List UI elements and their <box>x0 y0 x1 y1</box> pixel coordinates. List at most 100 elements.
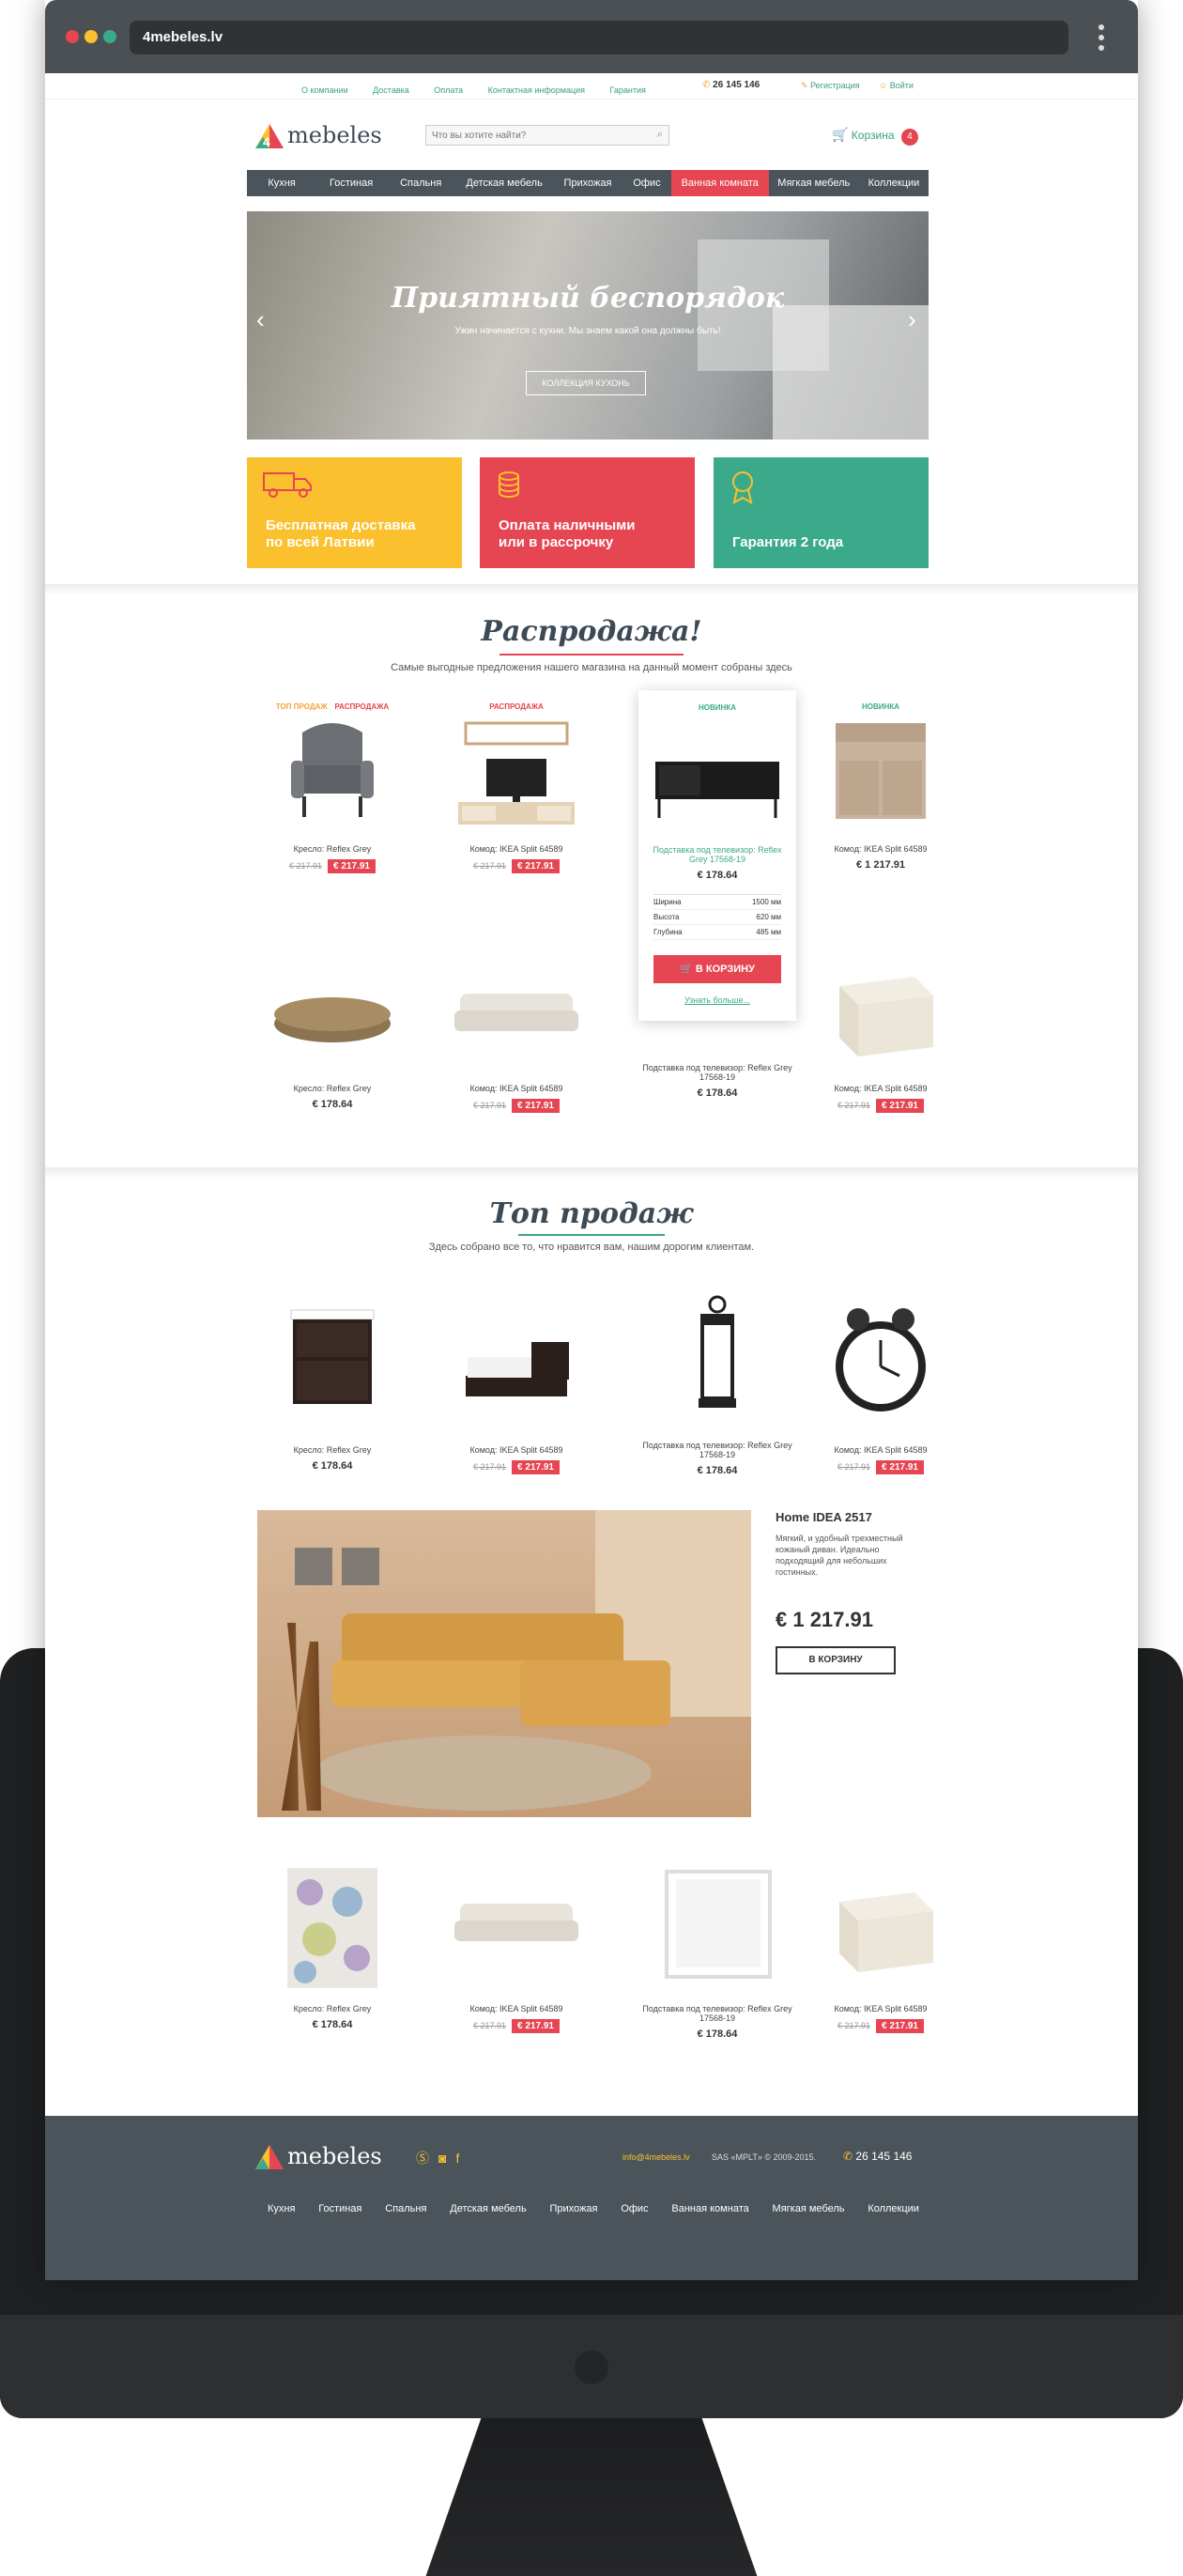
product-name[interactable]: Комод: IKEA Split 64589 <box>438 1084 595 1093</box>
product-name[interactable]: Кресло: Reflex Grey <box>254 2004 411 2013</box>
nav-item-office[interactable]: Офис <box>622 170 671 196</box>
bed-image[interactable] <box>438 1291 595 1442</box>
storage-box-image[interactable] <box>802 949 960 1080</box>
product-name[interactable]: Кресло: Reflex Grey <box>254 1084 411 1093</box>
footer-nav-collections[interactable]: Коллекции <box>868 2203 919 2214</box>
product-card-hovered[interactable]: НОВИНКА Подставка под телевизор: Reflex … <box>638 690 796 1021</box>
product-card[interactable]: Подставка под телевизор: Reflex Grey 175… <box>638 1864 796 2040</box>
product-name[interactable]: Кресло: Reflex Grey <box>254 1445 411 1455</box>
alarm-clock-image[interactable] <box>802 1291 960 1442</box>
product-card[interactable]: Комод: IKEA Split 64589 € 217.91 € 217.91 <box>802 1291 960 1474</box>
top-link-contacts[interactable]: Контактная информация <box>488 85 585 95</box>
main-nav: Кухня Гостиная Спальня Детская мебель Пр… <box>247 170 929 196</box>
vanity-image[interactable] <box>254 1291 411 1442</box>
maximize-window-button[interactable] <box>103 30 116 43</box>
logo-text[interactable]: mebeles <box>287 122 382 148</box>
close-window-button[interactable] <box>66 30 79 43</box>
feature-payment[interactable]: Оплата наличными или в рассрочку <box>480 457 695 568</box>
product-name[interactable]: Комод: IKEA Split 64589 <box>802 1445 960 1455</box>
chevron-right-icon[interactable]: › <box>908 305 916 334</box>
nav-item-soft-furniture[interactable]: Мягкая мебель <box>769 170 859 196</box>
cabinet-image[interactable] <box>802 714 960 841</box>
address-bar[interactable]: 4mebeles.lv <box>130 21 1068 54</box>
product-name[interactable]: Комод: IKEA Split 64589 <box>438 844 595 854</box>
hero-collection-button[interactable]: Коллекция кухонь <box>526 371 646 395</box>
nav-item-bedroom[interactable]: Спальня <box>386 170 455 196</box>
top-link-warranty[interactable]: Гарантия <box>610 85 646 95</box>
product-card[interactable]: Подставка под телевизор: Reflex Grey 175… <box>638 1059 796 1099</box>
product-name[interactable]: Комод: IKEA Split 64589 <box>802 844 960 854</box>
product-card[interactable]: Кресло: Reflex Grey € 178.64 <box>254 1291 411 1472</box>
learn-more-link[interactable]: Узнать больше... <box>638 995 796 1005</box>
product-name[interactable]: Комод: IKEA Split 64589 <box>802 1084 960 1093</box>
minimize-window-button[interactable] <box>84 30 98 43</box>
footer-nav-kitchen[interactable]: Кухня <box>268 2203 295 2214</box>
product-card[interactable]: Кресло: Reflex Grey € 178.64 <box>254 949 411 1110</box>
nav-item-living-room[interactable]: Гостиная <box>316 170 386 196</box>
feature-warranty[interactable]: Гарантия 2 года <box>714 457 929 568</box>
product-name[interactable]: Комод: IKEA Split 64589 <box>802 2004 960 2013</box>
facebook-icon[interactable]: f <box>455 2151 469 2166</box>
nav-item-hallway[interactable]: Прихожая <box>553 170 622 196</box>
cart-link[interactable]: 🛒 Корзина 4 <box>832 127 918 146</box>
product-card[interactable]: ТОП ПРОДАЖ РАСПРОДАЖА Кресло: Reflex Grey… <box>254 697 411 873</box>
sofa-image[interactable] <box>438 949 595 1080</box>
shelf-box-image[interactable] <box>638 1864 796 2000</box>
skype-icon[interactable]: Ⓢ <box>416 2151 438 2166</box>
product-name[interactable]: Подставка под телевизор: Reflex Grey 175… <box>638 2004 796 2023</box>
armchair-image[interactable] <box>254 714 411 841</box>
product-name[interactable]: Подставка под телевизор: Reflex Grey 175… <box>638 1441 796 1459</box>
nav-item-kitchen[interactable]: Кухня <box>247 170 316 196</box>
footer-nav-kids[interactable]: Детская мебель <box>450 2203 526 2214</box>
nav-item-kids[interactable]: Детская мебель <box>455 170 553 196</box>
product-card[interactable]: НОВИНКА Комод: IKEA Split 64589 € 1 217.… <box>802 697 960 871</box>
fabric-image[interactable] <box>254 1864 411 2000</box>
product-name[interactable]: Комод: IKEA Split 64589 <box>438 2004 595 2013</box>
footer-nav-bathroom[interactable]: Ванная комната <box>671 2203 748 2214</box>
tv-console-image[interactable] <box>638 715 796 841</box>
product-card[interactable]: Комод: IKEA Split 64589 € 217.91 € 217.91 <box>438 949 595 1113</box>
footer-logo-icon[interactable] <box>254 2143 285 2175</box>
footer-nav-living-room[interactable]: Гостиная <box>318 2203 361 2214</box>
product-card[interactable]: Комод: IKEA Split 64589 € 217.91 € 217.91 <box>438 1864 595 2033</box>
top-link-payment[interactable]: Оплата <box>434 85 463 95</box>
footer-email[interactable]: info@4mebeles.lv <box>622 2152 690 2162</box>
add-to-cart-button[interactable]: 🛒 В КОРЗИНУ <box>653 955 781 983</box>
register-link[interactable]: ✎ Регистрация <box>801 81 860 91</box>
footer-nav-soft-furniture[interactable]: Мягкая мебель <box>773 2203 845 2214</box>
footer-logo-text[interactable]: mebeles <box>287 2143 382 2169</box>
search-box[interactable]: ⌕ <box>425 125 669 146</box>
footer-nav-bedroom[interactable]: Спальня <box>385 2203 426 2214</box>
featured-add-to-cart-button[interactable]: В КОРЗИНУ <box>776 1646 896 1674</box>
product-name[interactable]: Подставка под телевизор: Reflex Grey 175… <box>638 845 796 864</box>
storage-box-image[interactable] <box>802 1864 960 2000</box>
product-card[interactable]: Комод: IKEA Split 64589 € 217.91 € 217.91 <box>802 949 960 1113</box>
footer-nav-hallway[interactable]: Прихожая <box>550 2203 598 2214</box>
nav-item-bathroom[interactable]: Ванная комната <box>670 170 769 196</box>
tv-stand-image[interactable] <box>438 714 595 841</box>
pouf-image[interactable] <box>254 949 411 1080</box>
feature-delivery[interactable]: Бесплатная доставка по всей Латвии <box>247 457 462 568</box>
search-input[interactable] <box>426 126 642 146</box>
product-name[interactable]: Комод: IKEA Split 64589 <box>438 1445 595 1455</box>
footer-nav-office[interactable]: Офис <box>621 2203 648 2214</box>
product-card[interactable]: Кресло: Reflex Grey € 178.64 <box>254 1864 411 2030</box>
top-link-about[interactable]: О компании <box>301 85 348 95</box>
logo-icon[interactable]: 4 <box>254 122 285 154</box>
chevron-left-icon[interactable]: ‹ <box>256 305 265 334</box>
sofa-image[interactable] <box>438 1864 595 2000</box>
nav-item-collections[interactable]: Коллекции <box>859 170 929 196</box>
product-card[interactable]: Комод: IKEA Split 64589 € 217.91 € 217.91 <box>438 1291 595 1474</box>
browser-menu-icon[interactable] <box>1098 24 1106 53</box>
login-link[interactable]: ☺ Войти <box>879 81 914 90</box>
product-card[interactable]: РАСПРОДАЖА Комод: IKEA Split 64589 € 217… <box>438 697 595 873</box>
top-link-delivery[interactable]: Доставка <box>373 85 409 95</box>
product-card[interactable]: Подставка под телевизор: Reflex Grey 175… <box>638 1291 796 1476</box>
instagram-icon[interactable]: ◙ <box>438 2151 455 2166</box>
search-icon[interactable]: ⌕ <box>657 129 663 141</box>
product-name[interactable]: Кресло: Reflex Grey <box>254 844 411 854</box>
product-name[interactable]: Подставка под телевизор: Reflex Grey 175… <box>638 1063 796 1082</box>
product-card[interactable]: Комод: IKEA Split 64589 € 217.91 € 217.91 <box>802 1864 960 2033</box>
featured-sofa-image[interactable] <box>257 1510 751 1817</box>
lantern-image[interactable] <box>638 1291 796 1437</box>
